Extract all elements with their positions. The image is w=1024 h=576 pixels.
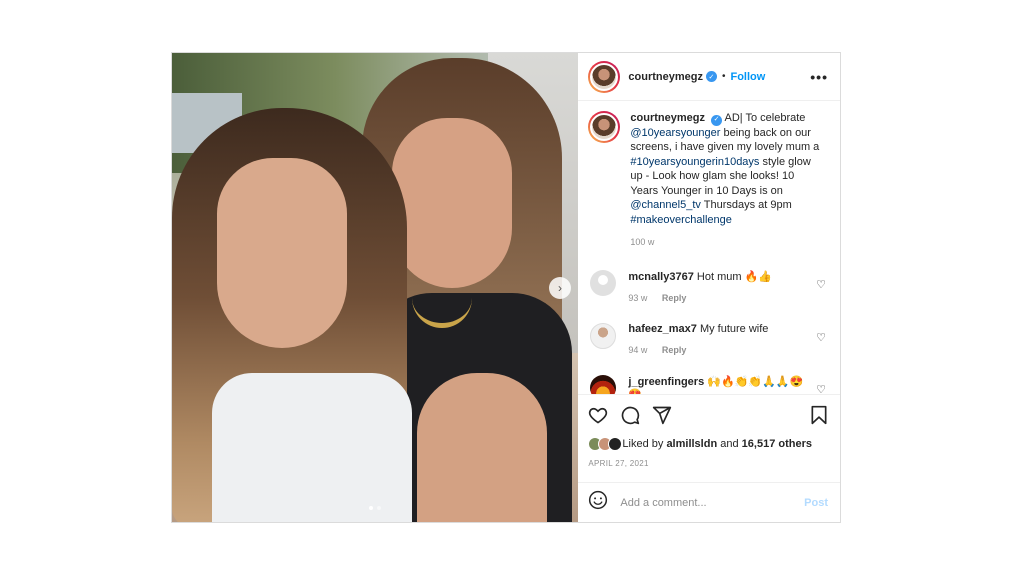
share-icon[interactable] bbox=[652, 405, 672, 425]
comment-username[interactable]: mcnally3767 bbox=[628, 271, 693, 283]
next-photo-button[interactable]: › bbox=[549, 277, 571, 299]
mention-link[interactable]: @10yearsyounger bbox=[630, 127, 720, 139]
comment-icon[interactable] bbox=[620, 405, 640, 425]
comment-text: Hot mum 🔥👍 bbox=[696, 270, 772, 283]
comment: j_greenfingers 🙌🔥👏👏🙏🙏😍😍 ♡ bbox=[588, 374, 828, 394]
verified-icon: ✓ bbox=[705, 71, 717, 82]
chevron-right-icon: › bbox=[558, 281, 562, 295]
likes-count-link[interactable]: 16,517 others bbox=[742, 438, 812, 450]
post-sidebar: courtneymegz ✓ • Follow ••• courtneymegz… bbox=[578, 53, 840, 522]
carousel-dot bbox=[377, 506, 382, 510]
post-actions: Liked by almillsldn and 16,517 others AP… bbox=[578, 394, 840, 468]
avatar[interactable] bbox=[588, 60, 621, 93]
comment-age: 93 w bbox=[628, 292, 648, 303]
like-comment-heart-icon[interactable]: ♡ bbox=[816, 278, 826, 291]
comment-text: My future wife bbox=[699, 322, 769, 335]
username-link[interactable]: courtneymegz bbox=[628, 71, 703, 83]
follow-button[interactable]: Follow bbox=[730, 71, 765, 83]
emoji-icon[interactable] bbox=[588, 490, 608, 515]
post-comment-button[interactable]: Post bbox=[804, 497, 828, 509]
separator: • bbox=[721, 71, 726, 82]
caption-age: 100 w bbox=[630, 237, 655, 248]
verified-icon: ✓ bbox=[711, 114, 723, 126]
liker-username-link[interactable]: almillsldn bbox=[666, 438, 717, 450]
like-comment-heart-icon[interactable]: ♡ bbox=[816, 331, 826, 344]
more-options-icon[interactable]: ••• bbox=[810, 69, 828, 85]
mention-link[interactable]: @channel5_tv bbox=[630, 199, 701, 211]
caption-username[interactable]: courtneymegz bbox=[630, 112, 705, 124]
post-photo[interactable]: › bbox=[172, 53, 579, 522]
caption: courtneymegz ✓ AD| To celebrate @10years… bbox=[588, 111, 828, 250]
hashtag-link[interactable]: #makeoverchallenge bbox=[630, 214, 732, 226]
post-date: APRIL 27, 2021 bbox=[588, 459, 649, 468]
comment-age: 94 w bbox=[628, 344, 648, 355]
reply-button[interactable]: Reply bbox=[662, 345, 687, 355]
comment-username[interactable]: hafeez_max7 bbox=[628, 323, 697, 335]
bookmark-icon[interactable] bbox=[810, 405, 828, 425]
comment: mcnally3767 Hot mum 🔥👍 93 w Reply ♡ bbox=[588, 269, 828, 303]
avatar[interactable] bbox=[590, 322, 617, 349]
avatar[interactable] bbox=[588, 111, 621, 143]
reply-button[interactable]: Reply bbox=[662, 293, 687, 303]
add-comment-bar: Add a comment... Post bbox=[578, 482, 840, 522]
comment-input[interactable]: Add a comment... bbox=[620, 497, 804, 509]
hashtag-link[interactable]: #10yearsyoungerin10days bbox=[630, 156, 759, 168]
comment: hafeez_max7 My future wife 94 w Reply ♡ bbox=[588, 322, 828, 355]
comment-username[interactable]: j_greenfingers bbox=[628, 376, 704, 388]
carousel-dot bbox=[369, 506, 374, 510]
instagram-post: › courtneymegz ✓ • Follow ••• courtneyme… bbox=[171, 52, 841, 523]
comments-section[interactable]: courtneymegz ✓ AD| To celebrate @10years… bbox=[578, 101, 840, 394]
avatar[interactable] bbox=[590, 269, 617, 296]
like-comment-heart-icon[interactable]: ♡ bbox=[816, 383, 826, 394]
carousel-dots bbox=[172, 506, 578, 510]
heart-icon[interactable] bbox=[588, 405, 608, 425]
post-header: courtneymegz ✓ • Follow ••• bbox=[578, 53, 840, 101]
likes-summary: Liked by almillsldn and 16,517 others bbox=[588, 437, 828, 451]
avatar[interactable] bbox=[590, 374, 617, 394]
avatar bbox=[608, 437, 623, 451]
